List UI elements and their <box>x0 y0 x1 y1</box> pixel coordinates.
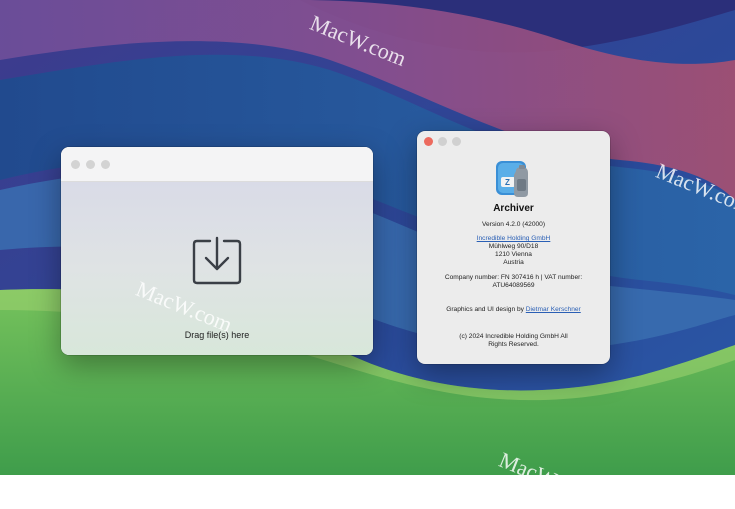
minimize-button[interactable] <box>86 159 95 169</box>
company-link[interactable]: Incredible Holding GmbH <box>477 235 551 242</box>
app-name: Archiver <box>493 203 534 214</box>
address-line-3: Austria <box>503 259 524 266</box>
drop-window-titlebar[interactable] <box>61 147 373 182</box>
zoom-button[interactable] <box>101 159 110 169</box>
design-credit: Graphics and UI design by Dietmar Kersch… <box>417 306 610 315</box>
close-button[interactable] <box>424 136 433 146</box>
svg-text:Z: Z <box>505 178 510 187</box>
copyright-line-2: Rights Reserved. <box>488 341 539 348</box>
design-credit-prefix: Graphics and UI design by <box>446 306 524 313</box>
close-button[interactable] <box>71 159 80 169</box>
minimize-button[interactable] <box>438 136 447 146</box>
version-label: Version 4.2.0 (42000) <box>481 221 546 228</box>
about-window: Z Archiver Version 4.2.0 (42000) Incredi… <box>417 131 610 364</box>
company-number-line-2: ATU64089569 <box>492 282 535 289</box>
about-window-titlebar[interactable] <box>417 131 610 151</box>
download-tray-icon <box>192 236 242 285</box>
zoom-button[interactable] <box>452 136 461 146</box>
designer-link[interactable]: Dietmar Kerschner <box>526 306 581 313</box>
archiver-app-icon: Z <box>496 161 528 197</box>
